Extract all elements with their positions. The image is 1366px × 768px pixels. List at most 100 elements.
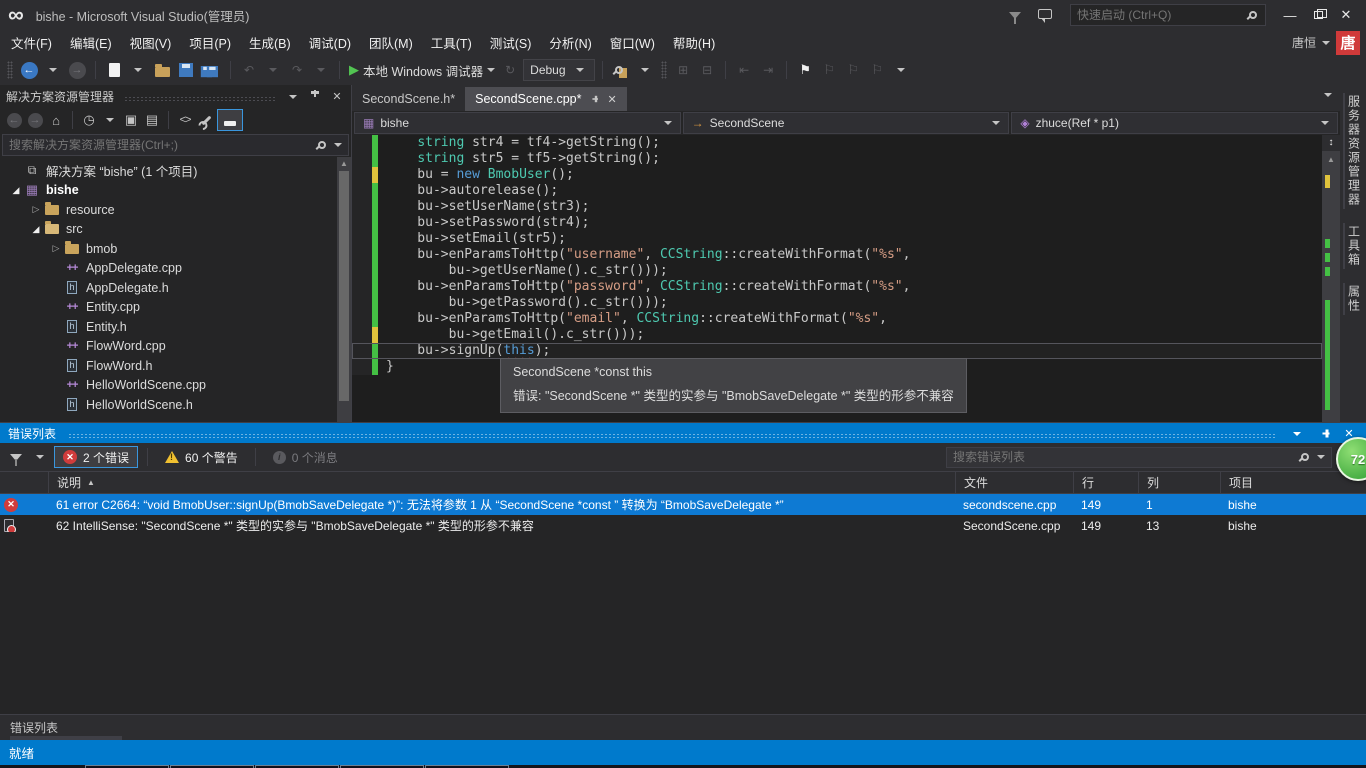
menu-item-3[interactable]: 项目(P) [180, 30, 240, 55]
toolbar-grip[interactable] [7, 61, 13, 79]
tree-item-10[interactable]: hFlowWord.h [0, 356, 351, 376]
scroll-up-icon[interactable]: ▲ [1322, 155, 1340, 164]
indent-button[interactable]: ⇥ [757, 58, 779, 82]
filter-funnel-icon[interactable] [6, 446, 26, 468]
nav-member-dropdown[interactable]: ◈ zhuce(Ref * p1) [1011, 112, 1338, 134]
error-row-0[interactable]: ✕61 error C2664: “void BmobUser::signUp(… [0, 494, 1366, 515]
attach-button[interactable]: ⊞ [672, 58, 694, 82]
panel-pin-icon[interactable] [1317, 424, 1330, 442]
line-column-header[interactable]: 行 [1073, 472, 1138, 493]
unindent-button[interactable]: ⇤ [733, 58, 755, 82]
tree-arrow-icon[interactable]: ◢ [28, 224, 44, 235]
file-column-header[interactable]: 文件 [955, 472, 1073, 493]
menu-item-11[interactable]: 帮助(H) [664, 30, 724, 55]
code-line-6[interactable]: bu->setEmail(str5); [352, 231, 1322, 247]
se-collapse-all-icon[interactable]: ▣ [121, 109, 141, 131]
tree-item-4[interactable]: ▷bmob [0, 239, 351, 259]
errors-filter-button[interactable]: ✕ 2 个错误 [54, 446, 138, 468]
se-home-icon[interactable]: ⌂ [46, 109, 66, 131]
toolbar-grip[interactable] [661, 61, 667, 79]
minimize-button[interactable]: — [1276, 4, 1304, 26]
menu-item-1[interactable]: 编辑(E) [61, 30, 121, 55]
menu-item-5[interactable]: 调试(D) [300, 30, 360, 55]
quick-launch-input[interactable] [1071, 8, 1249, 22]
column-column-header[interactable]: 列 [1138, 472, 1220, 493]
nav-project-dropdown[interactable]: ▦ bishe [354, 112, 681, 134]
error-list-search-box[interactable] [946, 447, 1332, 468]
breakpoint-margin[interactable] [352, 231, 372, 247]
user-dropdown-chevron-icon[interactable] [1322, 41, 1330, 45]
tab-pin-icon[interactable] [590, 95, 598, 103]
split-editor-handle[interactable]: ↕ [1322, 135, 1340, 151]
tree-item-0[interactable]: ⧉解决方案 “bishe” (1 个项目) [0, 161, 351, 181]
code-line-5[interactable]: bu->setPassword(str4); [352, 215, 1322, 231]
menu-item-9[interactable]: 分析(N) [540, 30, 600, 55]
tree-item-3[interactable]: ◢src [0, 220, 351, 240]
breakpoint-margin[interactable] [352, 167, 372, 183]
breakpoint-margin[interactable] [352, 215, 372, 231]
description-column-header[interactable]: 说明▲ [48, 472, 955, 493]
right-tab-2[interactable]: 属性 [1343, 283, 1364, 315]
se-back-icon[interactable]: ← [4, 109, 24, 131]
tree-item-9[interactable]: ++FlowWord.cpp [0, 337, 351, 357]
editor-tab-1[interactable]: SecondScene.cpp*✕ [465, 87, 627, 111]
refresh-button[interactable]: ↻ [499, 58, 521, 82]
new-file-button[interactable] [103, 58, 125, 82]
clear-bookmarks-button[interactable]: ⚐ [866, 58, 888, 82]
tree-item-12[interactable]: hHelloWorldScene.h [0, 395, 351, 415]
step-button[interactable]: ⊟ [696, 58, 718, 82]
navigate-back-button[interactable]: ← [18, 58, 40, 82]
se-pending-chevron[interactable] [100, 109, 120, 131]
new-file-chevron[interactable] [127, 58, 149, 82]
find-in-files-button[interactable] [610, 58, 632, 82]
search-options-chevron-icon[interactable] [1317, 455, 1325, 459]
redo-button[interactable]: ↷ [286, 58, 308, 82]
panel-menu-chevron-icon[interactable] [285, 90, 301, 102]
code-line-2[interactable]: bu = new BmobUser(); [352, 167, 1322, 183]
solution-explorer-search-box[interactable] [2, 134, 349, 156]
code-line-8[interactable]: bu->getUserName().c_str())); [352, 263, 1322, 279]
restore-button[interactable] [1304, 4, 1332, 26]
messages-filter-button[interactable]: i 0 个消息 [265, 446, 346, 468]
scrollbar-thumb[interactable] [339, 171, 349, 401]
se-show-all-files-icon[interactable]: ▤ [142, 109, 162, 131]
solution-config-dropdown[interactable]: Debug [523, 59, 595, 81]
menu-item-2[interactable]: 视图(V) [121, 30, 181, 55]
se-properties-wrench-icon[interactable] [196, 109, 216, 131]
scroll-up-icon[interactable]: ▲ [337, 159, 351, 168]
code-line-11[interactable]: bu->enParamsToHttp("email", CCString::cr… [352, 311, 1322, 327]
solution-tree-scrollbar[interactable]: ▲ [337, 157, 351, 422]
breakpoint-margin[interactable] [352, 199, 372, 215]
nav-type-dropdown[interactable]: → SecondScene [683, 112, 1010, 134]
next-bookmark-button[interactable]: ⚐ [842, 58, 864, 82]
prev-bookmark-button[interactable]: ⚐ [818, 58, 840, 82]
tree-item-2[interactable]: ▷resource [0, 200, 351, 220]
menu-item-7[interactable]: 工具(T) [422, 30, 481, 55]
code-line-12[interactable]: bu->getEmail().c_str())); [352, 327, 1322, 343]
breakpoint-margin[interactable] [352, 279, 372, 295]
start-debug-button[interactable]: ▶本地 Windows 调试器 [347, 58, 497, 82]
open-file-button[interactable] [151, 58, 173, 82]
warnings-filter-button[interactable]: 60 个警告 [157, 446, 246, 468]
se-preview-selected-toggle[interactable] [217, 109, 243, 131]
tree-item-1[interactable]: ◢▦bishe [0, 181, 351, 201]
right-tab-0[interactable]: 服务器资源管理器 [1343, 93, 1364, 209]
code-line-1[interactable]: string str5 = tf5->getString(); [352, 151, 1322, 167]
breakpoint-margin[interactable] [352, 327, 372, 343]
close-button[interactable]: ✕ [1332, 4, 1360, 26]
tree-arrow-icon[interactable]: ▷ [28, 204, 44, 215]
find-chevron[interactable] [634, 58, 656, 82]
tree-item-5[interactable]: ++AppDelegate.cpp [0, 259, 351, 279]
breakpoint-margin[interactable] [352, 343, 372, 359]
tree-item-11[interactable]: ++HelloWorldScene.cpp [0, 376, 351, 396]
error-row-1[interactable]: 62 IntelliSense: "SecondScene *" 类型的实参与 … [0, 515, 1366, 536]
breakpoint-margin[interactable] [352, 311, 372, 327]
tab-close-icon[interactable]: ✕ [607, 93, 616, 106]
notifications-funnel-icon[interactable] [1000, 8, 1030, 22]
menu-item-4[interactable]: 生成(B) [240, 30, 300, 55]
navigate-forward-button[interactable]: → [66, 58, 88, 82]
tree-arrow-icon[interactable]: ▷ [48, 243, 64, 254]
panel-menu-chevron-icon[interactable] [1288, 427, 1306, 439]
bottom-panel-tab[interactable]: 错误列表 [0, 714, 1366, 740]
right-tab-1[interactable]: 工具箱 [1343, 223, 1364, 269]
